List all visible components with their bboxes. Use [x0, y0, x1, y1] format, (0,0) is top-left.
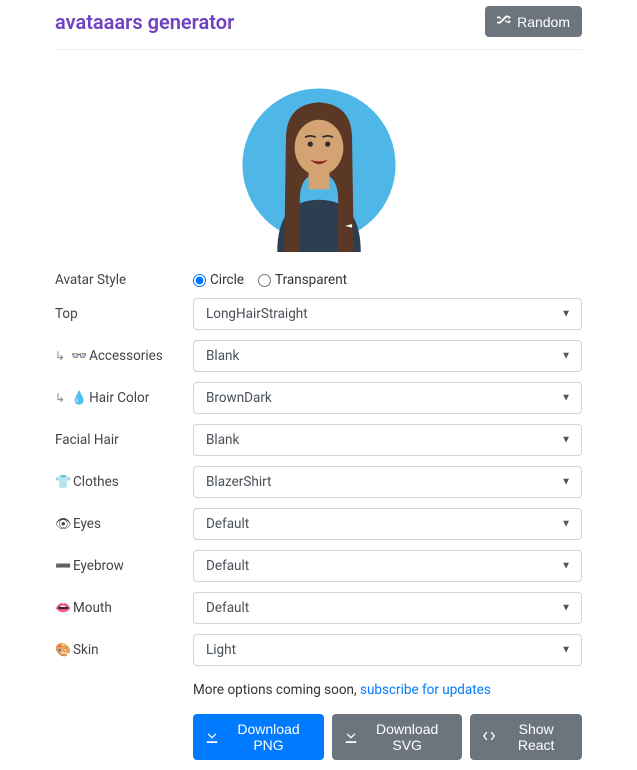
- select-mouth[interactable]: Default ▼: [193, 592, 582, 624]
- radio-transparent[interactable]: Transparent: [258, 272, 347, 288]
- label-eyebrow: ➖ Eyebrow: [55, 558, 193, 574]
- select-mouth-value: Default: [206, 600, 249, 616]
- footer-text: More options coming soon, subscribe for …: [193, 682, 582, 698]
- chevron-down-icon: ▼: [561, 435, 571, 446]
- label-mouth: 👄 Mouth: [55, 600, 193, 616]
- label-accessories: ↳ 👓 Accessories: [55, 348, 193, 364]
- row-facial-hair: Facial Hair Blank ▼: [55, 424, 582, 456]
- row-eyes: 👁 Eyes Default ▼: [55, 508, 582, 540]
- label-eyes: 👁 Eyes: [55, 516, 193, 532]
- select-clothes[interactable]: BlazerShirt ▼: [193, 466, 582, 498]
- droplet-icon: 💧: [71, 392, 85, 405]
- download-png-label: Download PNG: [225, 721, 312, 753]
- select-hair-color-value: BrownDark: [206, 390, 272, 406]
- eyebrow-icon: ➖: [55, 560, 69, 573]
- radio-circle-input[interactable]: [193, 274, 206, 287]
- chevron-down-icon: ▼: [561, 477, 571, 488]
- select-accessories[interactable]: Blank ▼: [193, 340, 582, 372]
- label-skin: 🎨 Skin: [55, 642, 193, 658]
- row-clothes: 👕 Clothes BlazerShirt ▼: [55, 466, 582, 498]
- label-skin-text: Skin: [73, 642, 99, 658]
- select-top-value: LongHairStraight: [206, 306, 308, 322]
- select-eyes[interactable]: Default ▼: [193, 508, 582, 540]
- action-buttons: Download PNG Download SVG Show React: [193, 714, 582, 760]
- subscribe-link[interactable]: subscribe for updates: [360, 682, 491, 698]
- select-hair-color[interactable]: BrownDark ▼: [193, 382, 582, 414]
- select-facial-hair[interactable]: Blank ▼: [193, 424, 582, 456]
- mouth-icon: 👄: [55, 602, 69, 615]
- tree-branch-icon: ↳: [55, 391, 65, 405]
- page-title: avataaars generator: [55, 10, 234, 34]
- download-icon: [205, 729, 219, 746]
- select-clothes-value: BlazerShirt: [206, 474, 271, 490]
- row-hair-color: ↳ 💧 Hair Color BrownDark ▼: [55, 382, 582, 414]
- label-clothes: 👕 Clothes: [55, 474, 193, 490]
- select-top[interactable]: LongHairStraight ▼: [193, 298, 582, 330]
- label-hair-color: ↳ 💧 Hair Color: [55, 390, 193, 406]
- radio-transparent-input[interactable]: [258, 274, 271, 287]
- row-mouth: 👄 Mouth Default ▼: [55, 592, 582, 624]
- shuffle-icon: [497, 13, 511, 30]
- show-react-label: Show React: [502, 721, 570, 753]
- label-facial-hair: Facial Hair: [55, 432, 193, 448]
- chevron-down-icon: ▼: [561, 519, 571, 530]
- chevron-down-icon: ▼: [561, 393, 571, 404]
- header: avataaars generator Random: [55, 0, 582, 50]
- label-accessories-text: Accessories: [89, 348, 163, 364]
- chevron-down-icon: ▼: [561, 645, 571, 656]
- random-button[interactable]: Random: [485, 6, 582, 37]
- radio-transparent-label: Transparent: [275, 272, 347, 288]
- tree-branch-icon: ↳: [55, 349, 65, 363]
- avatar-style-radios: Circle Transparent: [193, 272, 582, 288]
- chevron-down-icon: ▼: [561, 309, 571, 320]
- download-png-button[interactable]: Download PNG: [193, 714, 324, 760]
- label-avatar-style: Avatar Style: [55, 272, 193, 288]
- palette-icon: 🎨: [55, 644, 69, 657]
- label-eyes-text: Eyes: [73, 516, 101, 532]
- chevron-down-icon: ▼: [561, 603, 571, 614]
- row-top: Top LongHairStraight ▼: [55, 298, 582, 330]
- avatar-image: [232, 78, 406, 252]
- label-eyebrow-text: Eyebrow: [73, 558, 124, 574]
- label-clothes-text: Clothes: [73, 474, 119, 490]
- footer-coming-soon: More options coming soon,: [193, 682, 360, 698]
- label-top: Top: [55, 306, 193, 322]
- chevron-down-icon: ▼: [561, 561, 571, 572]
- select-facial-hair-value: Blank: [206, 432, 239, 448]
- random-button-label: Random: [517, 14, 570, 30]
- eye-icon: 👁: [55, 518, 69, 531]
- radio-circle-label: Circle: [210, 272, 244, 288]
- code-icon: [482, 729, 496, 746]
- radio-circle[interactable]: Circle: [193, 272, 244, 288]
- select-skin-value: Light: [206, 642, 236, 658]
- download-svg-button[interactable]: Download SVG: [332, 714, 462, 760]
- download-icon: [344, 729, 358, 746]
- row-accessories: ↳ 👓 Accessories Blank ▼: [55, 340, 582, 372]
- label-mouth-text: Mouth: [73, 600, 112, 616]
- glasses-icon: 👓: [71, 350, 85, 363]
- select-eyes-value: Default: [206, 516, 249, 532]
- shirt-icon: 👕: [55, 476, 69, 489]
- select-skin[interactable]: Light ▼: [193, 634, 582, 666]
- select-accessories-value: Blank: [206, 348, 239, 364]
- chevron-down-icon: ▼: [561, 351, 571, 362]
- select-eyebrow-value: Default: [206, 558, 249, 574]
- row-avatar-style: Avatar Style Circle Transparent: [55, 272, 582, 288]
- row-eyebrow: ➖ Eyebrow Default ▼: [55, 550, 582, 582]
- row-footer-text: More options coming soon, subscribe for …: [55, 676, 582, 710]
- row-actions: Download PNG Download SVG Show React: [55, 714, 582, 760]
- select-eyebrow[interactable]: Default ▼: [193, 550, 582, 582]
- row-skin: 🎨 Skin Light ▼: [55, 634, 582, 666]
- avatar-preview: [55, 50, 582, 272]
- label-hair-color-text: Hair Color: [89, 390, 149, 406]
- show-react-button[interactable]: Show React: [470, 714, 582, 760]
- download-svg-label: Download SVG: [364, 721, 450, 753]
